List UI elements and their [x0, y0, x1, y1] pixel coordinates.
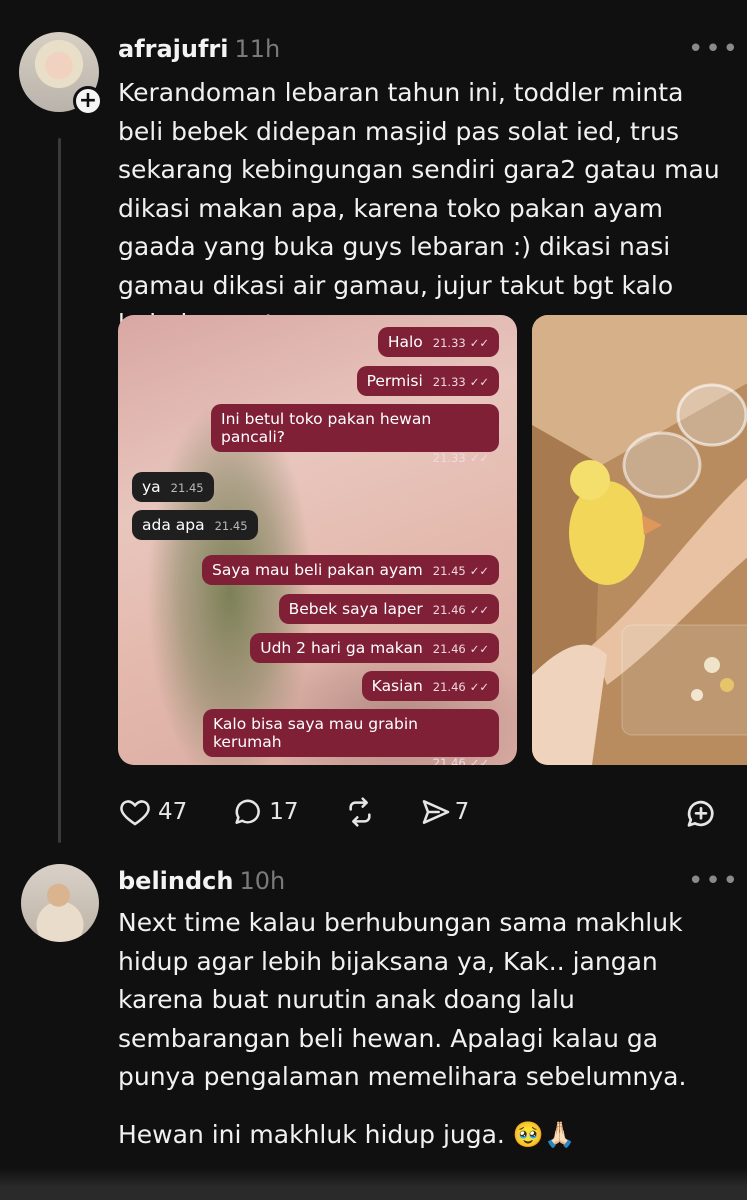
add-comment-button[interactable] [684, 797, 718, 835]
share-count: 7 [454, 799, 470, 825]
action-bar: 47 17 7 [118, 796, 469, 828]
comment-icon [235, 799, 261, 824]
chat-bubble: Saya mau beli pakan ayam 21.45 ✓✓ [202, 555, 499, 585]
plus-icon[interactable]: + [73, 86, 103, 116]
post-text: Kerandoman lebaran tahun ini, toddler mi… [118, 78, 720, 338]
username-text[interactable]: belindch [118, 867, 234, 895]
chat-bubble: Permisi 21.33 ✓✓ [356, 366, 499, 396]
reply-button[interactable]: 17 [231, 796, 299, 828]
more-icon[interactable]: ••• [688, 868, 740, 894]
post-username[interactable]: afrajufri 11h [118, 35, 280, 63]
share-button[interactable]: 7 [419, 796, 470, 828]
like-button[interactable]: 47 [118, 796, 187, 828]
reply-time: 10h [239, 867, 286, 895]
chat-bubble: Ini betul toko pakan hewan pancali? 21.3… [211, 404, 499, 465]
chat-bubble: Halo 21.33 ✓✓ [377, 327, 499, 357]
chat-bubble: Kasian 21.46 ✓✓ [361, 671, 499, 701]
reply-text-2: Hewan ini makhluk hidup juga. 🥹🙏🏻 [118, 1120, 576, 1149]
reply-text: Next time kalau berhubungan sama makhluk… [118, 908, 687, 1091]
chat-bubble: ada apa 21.45 [132, 510, 258, 540]
username-text[interactable]: afrajufri [118, 35, 228, 63]
duckling-photo [532, 315, 747, 765]
add-comment-icon [687, 800, 714, 827]
share-icon [422, 800, 449, 824]
chat-bubble: Bebek saya laper 21.46 ✓✓ [278, 594, 499, 624]
repost-icon [348, 797, 371, 827]
thread-line [58, 138, 61, 843]
reply-username[interactable]: belindch 10h [118, 867, 285, 895]
chat-bubble: Kalo bisa saya mau grabin kerumah 21.46 ✓… [203, 709, 499, 765]
chat-bubble: ya 21.45 [132, 472, 214, 502]
post-image-duckling[interactable] [532, 315, 747, 765]
chat-bubble: Udh 2 hari ga makan 21.46 ✓✓ [250, 633, 499, 663]
post-image-chat[interactable]: Halo 21.33 ✓✓ Permisi 21.33 ✓✓ Ini betul tok… [118, 315, 517, 765]
like-count: 47 [158, 799, 188, 825]
more-icon[interactable]: ••• [688, 36, 740, 62]
repost-button[interactable] [343, 796, 377, 828]
reply-count: 17 [269, 799, 299, 825]
heart-icon [120, 800, 150, 826]
avatar-belindch[interactable] [21, 864, 99, 942]
post-time: 11h [234, 35, 281, 63]
reply-action-bar [0, 1168, 747, 1200]
